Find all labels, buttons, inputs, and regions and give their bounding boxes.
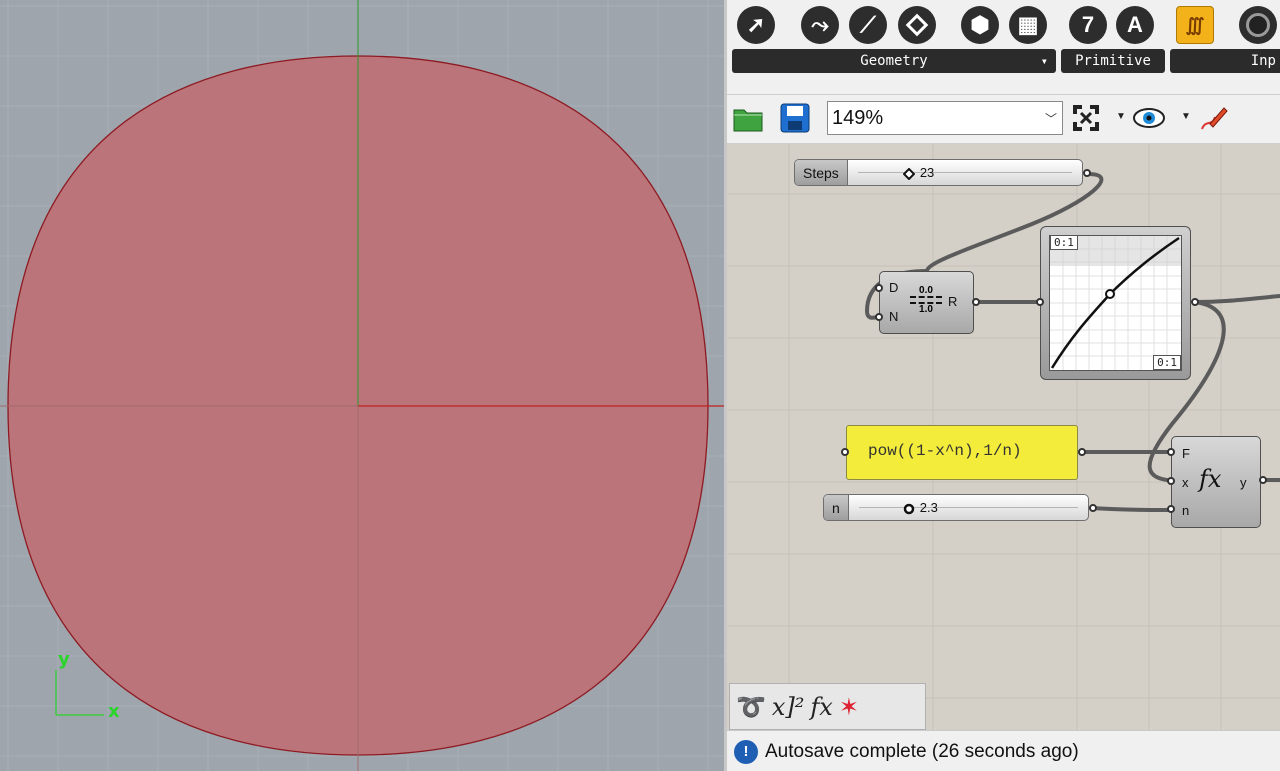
chevron-down-icon[interactable]: ﹀: [1040, 110, 1062, 127]
params-icon[interactable]: ∭: [1176, 6, 1214, 44]
folder-icon: [733, 109, 763, 132]
save-file-button[interactable]: [778, 101, 812, 135]
slider-name: Steps: [795, 160, 848, 185]
grasshopper-canvas[interactable]: Steps 23 D N R 0.0 1.0 0:1 0:1 pow((1-x^…: [727, 144, 1280, 730]
output-label-y: y: [1240, 475, 1247, 490]
sketch-button[interactable]: [1196, 101, 1230, 135]
caret-down-icon[interactable]: ▼: [1181, 111, 1191, 122]
graph-domain-tag-bottom[interactable]: 0:1: [1153, 355, 1181, 370]
ribbon-group-input[interactable]: Inp: [1170, 49, 1280, 73]
canvas-toolbar: 149% ﹀ ▼ ▼: [727, 95, 1280, 144]
zoom-value: 149%: [832, 106, 884, 129]
save-icon: [780, 103, 810, 133]
eye-icon: [1133, 108, 1165, 128]
range-input-port-d[interactable]: [875, 284, 883, 292]
x-axis-label: x: [108, 701, 120, 722]
graph-plot-area[interactable]: [1049, 235, 1182, 371]
graph-mapper[interactable]: 0:1 0:1: [1040, 226, 1191, 380]
caret-down-icon[interactable]: ▼: [1116, 111, 1126, 122]
range-output-port-r[interactable]: [972, 298, 980, 306]
y-axis-label: y: [58, 649, 70, 670]
mesh-icon[interactable]: ▦: [1009, 6, 1047, 44]
curve-icon[interactable]: ⤳: [801, 6, 839, 44]
slider-value: 2.3: [919, 500, 938, 515]
ribbon-group-geometry[interactable]: Geometry ▾: [732, 49, 1056, 73]
power-widget-icon[interactable]: x]²: [772, 693, 805, 721]
ribbon-group-label: Geometry: [860, 53, 928, 69]
graph-output-port[interactable]: [1191, 298, 1199, 306]
text-icon[interactable]: A: [1116, 6, 1154, 44]
open-file-button[interactable]: [731, 101, 765, 135]
expression-component[interactable]: F x n y fx: [1171, 436, 1261, 528]
slider-value: 23: [919, 165, 935, 180]
ribbon-group-label: Inp: [1250, 53, 1276, 69]
zoom-extents-button[interactable]: [1069, 101, 1103, 135]
expression-input-port-x[interactable]: [1167, 477, 1175, 485]
status-message: Autosave complete (26 seconds ago): [765, 740, 1079, 762]
n-slider[interactable]: n 2.3: [823, 494, 1089, 521]
grasshopper-window: ➚ ⤳ ⟋ ⬢ ▦ 7 A ∭ Geometry ▾ Primitive Inp…: [727, 0, 1280, 771]
graph-curve: [1050, 236, 1181, 370]
steps-slider[interactable]: Steps 23: [794, 159, 1083, 186]
info-icon[interactable]: !: [734, 739, 758, 764]
dropdown-arrow-icon[interactable]: ▾: [1041, 54, 1048, 68]
ribbon-group-label: Primitive: [1075, 53, 1151, 69]
input-icon[interactable]: [1239, 6, 1277, 44]
function-widget-icon[interactable]: fx: [810, 693, 832, 721]
preview-button[interactable]: [1132, 101, 1166, 135]
range-icon: 0.0 1.0: [910, 285, 942, 315]
ribbon-group-primitive[interactable]: Primitive: [1061, 49, 1165, 73]
pencil-icon: [1201, 107, 1228, 130]
integer-icon[interactable]: 7: [1069, 6, 1107, 44]
input-label-d: D: [889, 280, 899, 295]
slider-knob-icon[interactable]: [903, 503, 915, 515]
component-ribbon: ➚ ⤳ ⟋ ⬢ ▦ 7 A ∭ Geometry ▾ Primitive Inp: [727, 0, 1280, 95]
slider-track[interactable]: 23: [848, 160, 1082, 185]
slider-track[interactable]: 2.3: [849, 495, 1088, 520]
wire-graph-out: [1193, 294, 1280, 304]
input-label-f: F: [1182, 446, 1190, 461]
expression-text: pow((1-x^n),1/n): [868, 442, 1022, 460]
rhino-viewport[interactable]: y x: [0, 0, 727, 771]
expression-input-port-n[interactable]: [1167, 505, 1175, 513]
expression-input-port-f[interactable]: [1167, 448, 1175, 456]
bouquet-widget-icon[interactable]: ✶: [839, 693, 859, 721]
output-label-r: R: [948, 294, 958, 309]
zoom-extents-icon: [1073, 105, 1099, 131]
sketch-widget-icon[interactable]: ➰: [736, 693, 766, 721]
n-output-port[interactable]: [1089, 504, 1097, 512]
steps-output-port[interactable]: [1083, 169, 1091, 177]
range-component[interactable]: D N R 0.0 1.0: [879, 271, 974, 334]
zoom-select[interactable]: 149% ﹀: [827, 101, 1063, 135]
brep-icon[interactable]: ⬢: [961, 6, 999, 44]
expression-output-port-y[interactable]: [1259, 476, 1267, 484]
status-bar: ! Autosave complete (26 seconds ago): [727, 730, 1280, 771]
expression-icon: fx: [1199, 465, 1222, 493]
rectangle-icon[interactable]: [898, 6, 936, 44]
graph-domain-tag-top[interactable]: 0:1: [1050, 235, 1078, 250]
canvas-widget-bar: ➰ x]² fx ✶: [729, 683, 926, 730]
range-input-port-n[interactable]: [875, 313, 883, 321]
panel-output-port[interactable]: [1078, 448, 1086, 456]
line-icon[interactable]: ⟋: [849, 6, 887, 44]
expression-panel[interactable]: pow((1-x^n),1/n): [846, 425, 1078, 480]
input-label-n: N: [889, 309, 899, 324]
slider-knob-icon[interactable]: [902, 168, 915, 180]
panel-input-port[interactable]: [841, 448, 849, 456]
slider-name: n: [824, 495, 849, 520]
input-label-n: n: [1182, 503, 1190, 518]
vector-icon[interactable]: ➚: [737, 6, 775, 44]
viewport-canvas: y x: [0, 0, 727, 771]
input-label-x: x: [1182, 475, 1189, 490]
wire-n-to-expression: [1089, 506, 1177, 512]
graph-input-port[interactable]: [1036, 298, 1044, 306]
